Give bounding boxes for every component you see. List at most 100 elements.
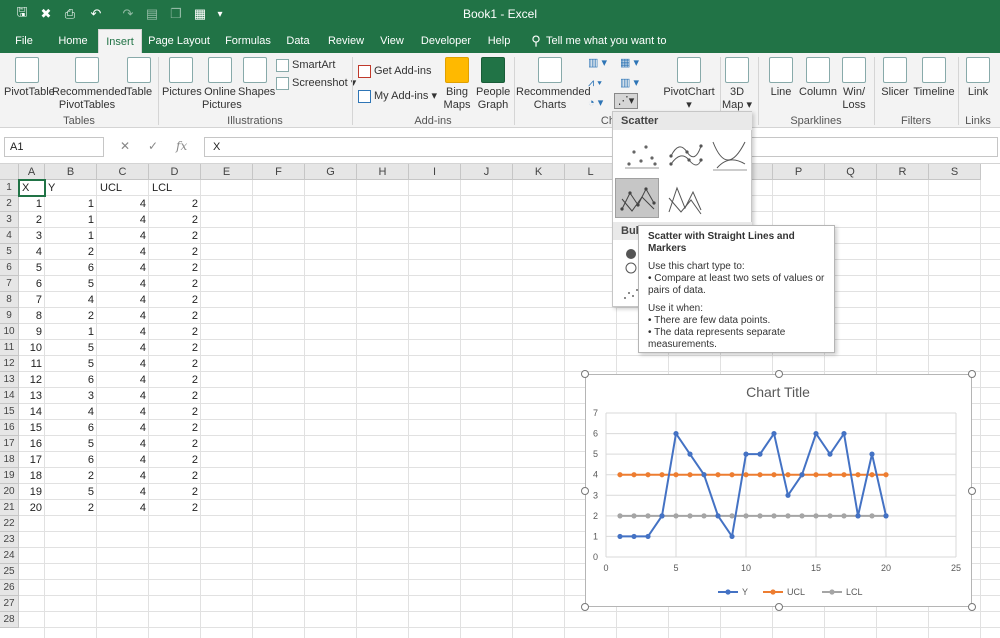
scatter-straight-thumbnail[interactable] bbox=[663, 178, 707, 218]
bing-maps-button[interactable]: Bing Maps bbox=[440, 57, 474, 112]
column-header[interactable]: H bbox=[357, 164, 409, 180]
column-header[interactable]: E bbox=[201, 164, 253, 180]
tab-review[interactable]: Review bbox=[324, 29, 368, 53]
tab-formulas[interactable]: Formulas bbox=[222, 29, 274, 53]
column-header[interactable]: S bbox=[929, 164, 981, 180]
recommended-pivottables-button[interactable]: Recommended PivotTables bbox=[52, 57, 127, 112]
data-cell[interactable]: 12 bbox=[19, 372, 45, 388]
column-header[interactable]: Q bbox=[825, 164, 877, 180]
chart-resize-handle[interactable] bbox=[774, 370, 783, 378]
pivottable-button[interactable]: PivotTable bbox=[4, 57, 55, 99]
row-header[interactable]: 22 bbox=[0, 516, 19, 532]
data-cell[interactable]: 19 bbox=[19, 484, 45, 500]
row-header[interactable]: 13 bbox=[0, 372, 19, 388]
slicer-button[interactable]: Slicer bbox=[878, 57, 912, 99]
name-box[interactable]: A1 bbox=[4, 137, 104, 157]
column-header[interactable]: K bbox=[513, 164, 565, 180]
data-cell[interactable]: 16 bbox=[19, 436, 45, 452]
column-header[interactable]: J bbox=[461, 164, 513, 180]
enter-icon[interactable]: ✓ bbox=[148, 139, 158, 153]
data-cell[interactable]: 2 bbox=[149, 212, 201, 228]
data-cell[interactable]: 1 bbox=[45, 212, 97, 228]
data-cell[interactable]: 8 bbox=[19, 308, 45, 324]
data-cell[interactable]: 2 bbox=[19, 212, 45, 228]
column-header[interactable]: A bbox=[19, 164, 45, 180]
row-header[interactable]: 28 bbox=[0, 612, 19, 628]
tell-me-box[interactable]: Tell me what you want to do bbox=[546, 29, 676, 71]
header-cell[interactable]: UCL bbox=[97, 180, 149, 196]
pictures-button[interactable]: Pictures bbox=[162, 57, 202, 99]
column-chart-dropdown[interactable]: ▥ ▾ bbox=[588, 55, 607, 72]
data-cell[interactable]: 3 bbox=[45, 388, 97, 404]
chart-resize-handle[interactable] bbox=[774, 603, 783, 611]
column-header[interactable]: P bbox=[773, 164, 825, 180]
tab-view[interactable]: View bbox=[376, 29, 408, 53]
data-cell[interactable]: 4 bbox=[97, 260, 149, 276]
sparkline-column-button[interactable]: Column bbox=[798, 57, 838, 99]
data-cell[interactable]: 4 bbox=[97, 468, 149, 484]
tab-data[interactable]: Data bbox=[282, 29, 314, 53]
select-all-corner[interactable] bbox=[0, 164, 19, 180]
column-header[interactable]: D bbox=[149, 164, 201, 180]
data-cell[interactable]: 4 bbox=[97, 244, 149, 260]
data-cell[interactable]: 15 bbox=[19, 420, 45, 436]
row-header[interactable]: 6 bbox=[0, 260, 19, 276]
data-cell[interactable]: 2 bbox=[149, 260, 201, 276]
data-cell[interactable]: 6 bbox=[45, 260, 97, 276]
data-cell[interactable]: 4 bbox=[19, 244, 45, 260]
data-cell[interactable]: 2 bbox=[149, 500, 201, 516]
chart-resize-handle[interactable] bbox=[968, 486, 976, 495]
data-cell[interactable]: 3 bbox=[19, 228, 45, 244]
scatter-chart-dropdown[interactable]: ⋰▾ bbox=[614, 93, 638, 109]
row-header[interactable]: 4 bbox=[0, 228, 19, 244]
row-header[interactable]: 8 bbox=[0, 292, 19, 308]
people-graph-button[interactable]: People Graph bbox=[476, 57, 510, 112]
formula-input[interactable]: X bbox=[204, 137, 998, 157]
row-header[interactable]: 16 bbox=[0, 420, 19, 436]
data-cell[interactable]: 5 bbox=[45, 276, 97, 292]
data-cell[interactable]: 9 bbox=[19, 324, 45, 340]
chart-resize-handle[interactable] bbox=[581, 370, 589, 378]
data-cell[interactable]: 4 bbox=[97, 308, 149, 324]
chart-resize-handle[interactable] bbox=[968, 370, 976, 378]
data-cell[interactable]: 6 bbox=[45, 372, 97, 388]
data-cell[interactable]: 17 bbox=[19, 452, 45, 468]
row-header[interactable]: 19 bbox=[0, 468, 19, 484]
data-cell[interactable]: 2 bbox=[149, 244, 201, 260]
tab-file[interactable]: File bbox=[6, 29, 42, 53]
data-cell[interactable]: 6 bbox=[45, 420, 97, 436]
data-cell[interactable]: 4 bbox=[97, 276, 149, 292]
data-cell[interactable]: 5 bbox=[45, 436, 97, 452]
row-header[interactable]: 10 bbox=[0, 324, 19, 340]
data-cell[interactable]: 4 bbox=[45, 404, 97, 420]
data-cell[interactable]: 2 bbox=[149, 276, 201, 292]
data-cell[interactable]: 4 bbox=[97, 196, 149, 212]
screenshot-button[interactable]: Screenshot ▾ bbox=[276, 75, 356, 92]
data-cell[interactable]: 2 bbox=[45, 308, 97, 324]
header-cell[interactable]: LCL bbox=[149, 180, 201, 196]
column-header[interactable]: G bbox=[305, 164, 357, 180]
data-cell[interactable]: 2 bbox=[149, 484, 201, 500]
row-header[interactable]: 23 bbox=[0, 532, 19, 548]
data-cell[interactable]: 18 bbox=[19, 468, 45, 484]
row-header[interactable]: 21 bbox=[0, 500, 19, 516]
line-chart-dropdown[interactable]: ⩘ ▾ bbox=[588, 75, 602, 92]
row-header[interactable]: 27 bbox=[0, 596, 19, 612]
data-cell[interactable]: 4 bbox=[97, 372, 149, 388]
tab-home[interactable]: Home bbox=[52, 29, 94, 53]
link-button[interactable]: Link bbox=[962, 57, 994, 99]
table-button[interactable]: Table bbox=[124, 57, 154, 99]
data-cell[interactable]: 2 bbox=[149, 196, 201, 212]
data-cell[interactable]: 4 bbox=[97, 452, 149, 468]
data-cell[interactable]: 4 bbox=[97, 436, 149, 452]
data-cell[interactable]: 1 bbox=[45, 196, 97, 212]
data-cell[interactable]: 1 bbox=[19, 196, 45, 212]
data-cell[interactable]: 2 bbox=[149, 388, 201, 404]
shapes-button[interactable]: Shapes bbox=[238, 57, 275, 99]
cancel-icon[interactable]: ✕ bbox=[120, 139, 130, 153]
tab-help[interactable]: Help bbox=[484, 29, 514, 53]
column-header[interactable]: L bbox=[565, 164, 617, 180]
tab-page-layout[interactable]: Page Layout bbox=[148, 29, 210, 53]
data-cell[interactable]: 11 bbox=[19, 356, 45, 372]
data-cell[interactable]: 4 bbox=[97, 404, 149, 420]
